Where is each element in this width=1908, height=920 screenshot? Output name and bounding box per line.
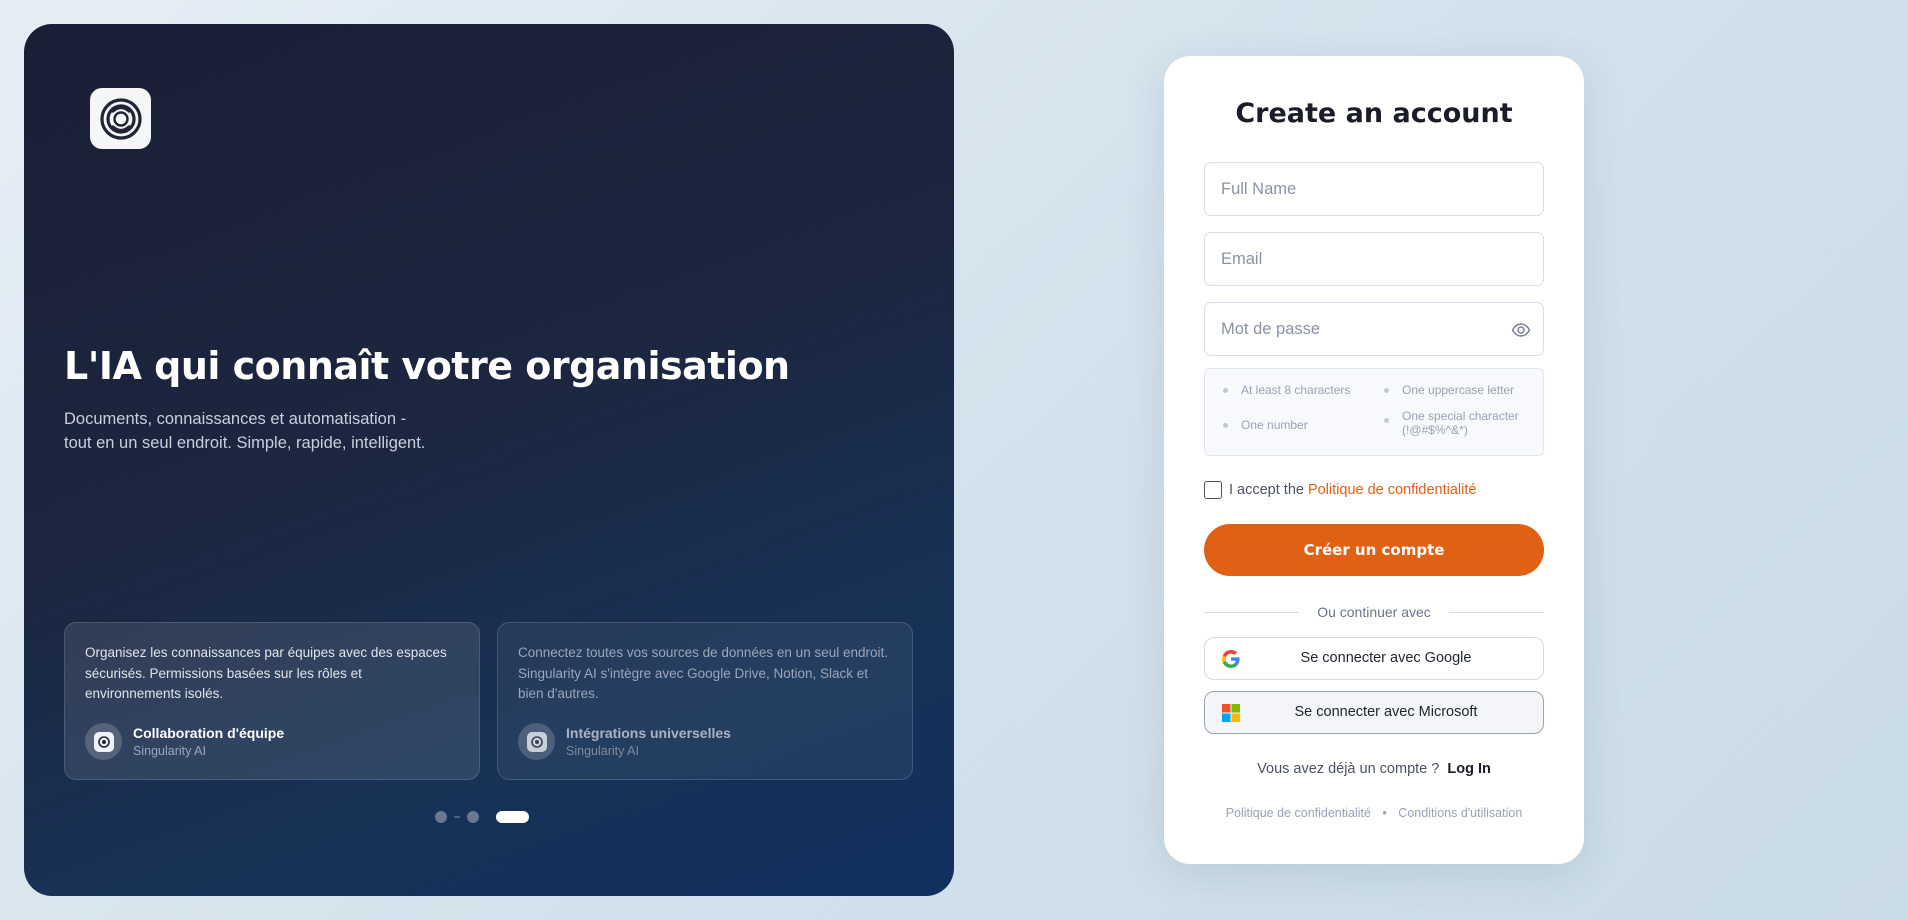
hero-title: L'IA qui connaît votre organisation (64, 344, 790, 388)
password-requirements: At least 8 characters One uppercase lett… (1204, 368, 1544, 456)
requirement-number: One number (1223, 418, 1308, 432)
hero-panel: L'IA qui connaît votre organisation Docu… (24, 24, 954, 896)
create-account-button[interactable]: Créer un compte (1204, 524, 1544, 576)
email-field (1204, 232, 1544, 286)
privacy-link[interactable]: Politique de confidentialité (1226, 806, 1371, 820)
login-prompt: Vous avez déjà un compte ? Log In (1164, 761, 1584, 777)
hero-subtitle-line-1: Documents, connaissances et automatisati… (64, 410, 407, 428)
full-name-input[interactable] (1205, 163, 1543, 215)
eye-icon[interactable] (1511, 320, 1531, 340)
carousel-dot-separator (454, 816, 460, 818)
form-title: Create an account (1235, 98, 1513, 129)
avatar (518, 723, 555, 760)
feature-card-title: Collaboration d'équipe (133, 725, 285, 741)
divider-line (1449, 612, 1544, 613)
bullet-icon (1384, 418, 1389, 423)
feature-card-text: Connectez toutes vos sources de données … (518, 645, 888, 701)
legal-separator: • (1382, 806, 1387, 820)
feature-card-source: Singularity AI (566, 744, 639, 758)
requirement-uppercase: One uppercase letter (1384, 383, 1514, 397)
legal-links: Politique de confidentialité • Condition… (1164, 806, 1584, 820)
feature-card-title: Intégrations universelles (566, 725, 731, 741)
password-field (1204, 302, 1544, 356)
login-link[interactable]: Log In (1447, 761, 1491, 777)
feature-card[interactable]: Organisez les connaissances par équipes … (64, 622, 480, 780)
hero-subtitle-line-2: tout en un seul endroit. Simple, rapide,… (64, 434, 426, 452)
bullet-icon (1384, 388, 1389, 393)
full-name-field (1204, 162, 1544, 216)
carousel-dot-2[interactable] (467, 811, 479, 823)
feature-card[interactable]: Connectez toutes vos sources de données … (497, 622, 913, 780)
feature-card-author: Collaboration d'équipe Singularity AI (85, 723, 284, 760)
signup-panel: Create an account At least 8 characters … (1164, 56, 1584, 864)
google-signin-button[interactable]: Se connecter avec Google (1204, 637, 1544, 680)
bullet-icon (1223, 423, 1228, 428)
testimonial-cards: Organisez les connaissances par équipes … (64, 622, 913, 780)
carousel-indicator (435, 811, 529, 823)
accept-text: I accept the (1229, 482, 1304, 498)
microsoft-signin-button[interactable]: Se connecter avec Microsoft (1204, 691, 1544, 734)
swirl-logo-icon (526, 731, 547, 752)
accept-terms: I accept the Politique de confidentialit… (1204, 481, 1476, 499)
bullet-icon (1223, 388, 1228, 393)
feature-card-author: Intégrations universelles Singularity AI (518, 723, 731, 760)
requirement-special: One special character (!@#$%^&*) (1384, 409, 1519, 437)
google-signin-label: Se connecter avec Google (1300, 650, 1472, 666)
requirement-min-length: At least 8 characters (1223, 383, 1350, 397)
email-input[interactable] (1205, 233, 1543, 285)
feature-card-text: Organisez les connaissances par équipes … (85, 645, 447, 701)
swirl-logo-icon (90, 88, 151, 149)
accept-checkbox[interactable] (1204, 481, 1222, 499)
avatar (85, 723, 122, 760)
hero-subtitle: Documents, connaissances et automatisati… (64, 407, 484, 455)
swirl-logo-icon (93, 731, 114, 752)
password-input[interactable] (1205, 303, 1543, 355)
privacy-policy-link[interactable]: Politique de confidentialité (1308, 482, 1476, 498)
carousel-dot-3-active[interactable] (496, 811, 529, 823)
terms-link[interactable]: Conditions d'utilisation (1398, 806, 1522, 820)
or-continue-divider: Ou continuer avec (1204, 604, 1544, 620)
carousel-dot-1[interactable] (435, 811, 447, 823)
microsoft-signin-label: Se connecter avec Microsoft (1294, 704, 1478, 720)
feature-card-source: Singularity AI (133, 744, 206, 758)
have-account-text: Vous avez déjà un compte ? (1257, 761, 1440, 777)
